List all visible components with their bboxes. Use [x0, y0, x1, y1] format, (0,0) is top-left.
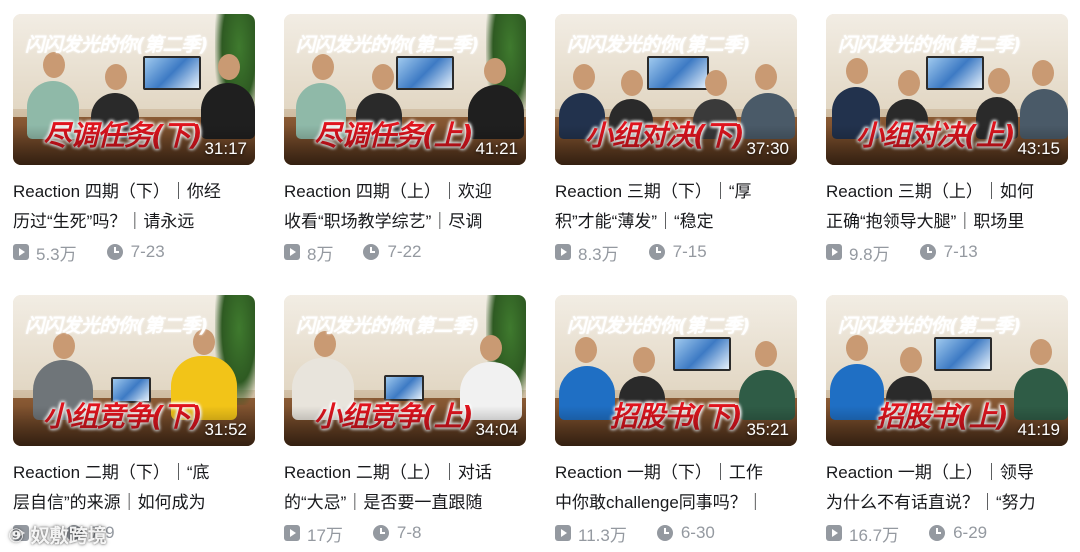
play-count-icon	[555, 244, 571, 260]
thumb-series-title: 闪闪发光的你(第二季)	[25, 34, 208, 56]
clock-icon	[919, 244, 936, 260]
video-title[interactable]: Reaction 四期（下）｜你经 历过“生死”吗？｜请永远	[13, 177, 255, 237]
thumb-series-title: 闪闪发光的你(第二季)	[25, 315, 208, 337]
clock-icon	[372, 525, 389, 541]
view-count: 8万	[307, 244, 334, 264]
play-count-icon	[826, 525, 842, 541]
play-count-icon	[13, 244, 29, 260]
video-card[interactable]: 闪闪发光的你(第二季) 小组竞争(上) 34:04 Reaction 二期（上）…	[284, 295, 526, 546]
video-duration: 41:21	[475, 139, 518, 158]
video-thumbnail[interactable]: 闪闪发光的你(第二季) 小组对决(下) 37:30	[555, 14, 797, 165]
video-card[interactable]: 闪闪发光的你(第二季) 招股书(上) 41:19 Reaction 一期（上）｜…	[826, 295, 1068, 546]
video-thumbnail[interactable]: 闪闪发光的你(第二季) 小组竞争(下) 31:52	[13, 295, 255, 446]
thumb-series-title: 闪闪发光的你(第二季)	[296, 34, 479, 56]
video-meta: 17万 7-8	[284, 520, 526, 546]
video-title[interactable]: Reaction 四期（上）｜欢迎 收看“职场教学综艺”｜尽调	[284, 177, 526, 237]
thumb-series-title: 闪闪发光的你(第二季)	[296, 315, 479, 337]
video-thumbnail[interactable]: 闪闪发光的你(第二季) 尽调任务(上) 41:21	[284, 14, 526, 165]
play-count-icon	[284, 244, 300, 260]
video-thumbnail[interactable]: 闪闪发光的你(第二季) 小组竞争(上) 34:04	[284, 295, 526, 446]
upload-date: 7-8	[396, 523, 422, 542]
upload-date: 7-15	[672, 242, 707, 261]
view-count: 16.7万	[849, 525, 900, 545]
watermark: ⑨ 奴敷跨境	[8, 525, 107, 547]
video-duration: 43:15	[1017, 139, 1060, 158]
video-title[interactable]: Reaction 二期（下）｜“底 层自信”的来源｜如何成为	[13, 458, 255, 518]
play-count-icon	[284, 525, 300, 541]
view-count: 11.3万	[578, 525, 627, 545]
video-card[interactable]: 闪闪发光的你(第二季) 小组对决(下) 37:30 Reaction 三期（下）…	[555, 14, 797, 265]
video-meta: 5.3万 7-23	[13, 239, 255, 265]
view-count: 5.3万	[36, 244, 77, 264]
video-card[interactable]: 闪闪发光的你(第二季) 尽调任务(上) 41:21 Reaction 四期（上）…	[284, 14, 526, 265]
video-duration: 31:52	[204, 420, 247, 439]
video-title[interactable]: Reaction 二期（上）｜对话 的“大忌”｜是否要一直跟随	[284, 458, 526, 518]
video-title[interactable]: Reaction 三期（上）｜如何 正确“抱领导大腿”｜职场里	[826, 177, 1068, 237]
view-count: 8.3万	[578, 244, 619, 264]
video-title[interactable]: Reaction 三期（下）｜“厚 积”才能“薄发”｜“稳定	[555, 177, 797, 237]
video-meta: 8万 7-22	[284, 239, 526, 265]
video-title[interactable]: Reaction 一期（上）｜领导 为什么不有话直说？｜“努力	[826, 458, 1068, 518]
video-thumbnail[interactable]: 闪闪发光的你(第二季) 小组对决(上) 43:15	[826, 14, 1068, 165]
video-title[interactable]: Reaction 一期（下）｜工作 中你敢challenge同事吗？｜	[555, 458, 797, 518]
thumb-series-title: 闪闪发光的你(第二季)	[567, 34, 750, 56]
video-grid: 闪闪发光的你(第二季) 尽调任务(下) 31:17 Reaction 四期（下）…	[0, 0, 1080, 552]
video-duration: 37:30	[746, 139, 789, 158]
upload-date: 6-29	[953, 523, 988, 542]
video-meta: 11.3万 6-30	[555, 520, 797, 546]
video-meta: 16.7万 6-29	[826, 520, 1068, 546]
view-count: 9.8万	[849, 244, 890, 264]
video-duration: 31:17	[204, 139, 247, 158]
video-thumbnail[interactable]: 闪闪发光的你(第二季) 招股书(上) 41:19	[826, 295, 1068, 446]
video-meta: 8.3万 7-15	[555, 239, 797, 265]
play-count-icon	[555, 525, 571, 541]
thumb-series-title: 闪闪发光的你(第二季)	[567, 315, 750, 337]
clock-icon	[929, 525, 946, 541]
video-duration: 41:19	[1017, 420, 1060, 439]
video-thumbnail[interactable]: 闪闪发光的你(第二季) 招股书(下) 35:21	[555, 295, 797, 446]
thumb-series-title: 闪闪发光的你(第二季)	[838, 315, 1021, 337]
clock-icon	[648, 244, 665, 260]
video-card[interactable]: 闪闪发光的你(第二季) 招股书(下) 35:21 Reaction 一期（下）｜…	[555, 295, 797, 546]
thumb-series-title: 闪闪发光的你(第二季)	[838, 34, 1021, 56]
upload-date: 7-13	[943, 242, 978, 261]
video-card[interactable]: 闪闪发光的你(第二季) 小组对决(上) 43:15 Reaction 三期（上）…	[826, 14, 1068, 265]
video-card[interactable]: 闪闪发光的你(第二季) 尽调任务(下) 31:17 Reaction 四期（下）…	[13, 14, 255, 265]
video-duration: 35:21	[746, 420, 789, 439]
clock-icon	[363, 244, 380, 260]
clock-icon	[106, 244, 123, 260]
video-meta: 9.8万 7-13	[826, 239, 1068, 265]
video-card[interactable]: 闪闪发光的你(第二季) 小组竞争(下) 31:52 Reaction 二期（下）…	[13, 295, 255, 546]
clock-icon	[656, 525, 673, 541]
upload-date: 7-23	[130, 242, 165, 261]
play-count-icon	[826, 244, 842, 260]
upload-date: 7-22	[387, 242, 422, 261]
video-duration: 34:04	[475, 420, 518, 439]
view-count: 17万	[307, 525, 343, 545]
upload-date: 6-30	[680, 523, 715, 542]
video-thumbnail[interactable]: 闪闪发光的你(第二季) 尽调任务(下) 31:17	[13, 14, 255, 165]
